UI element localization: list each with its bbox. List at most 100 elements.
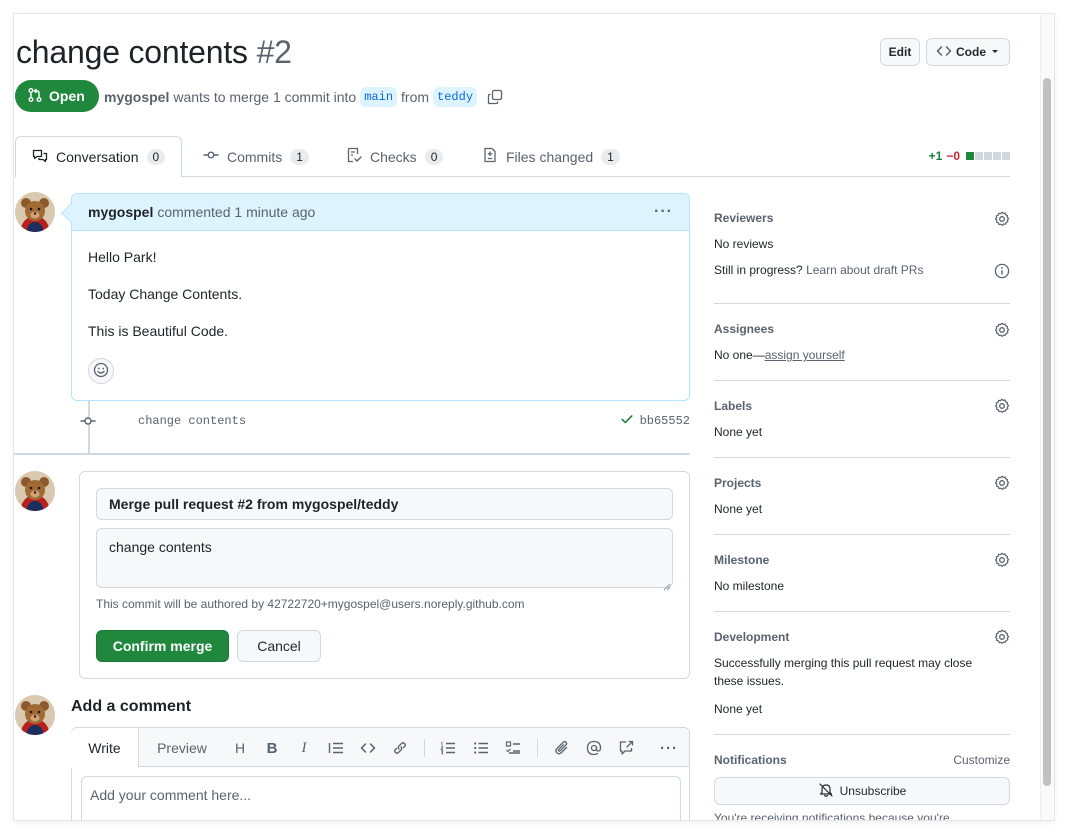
check-icon[interactable] <box>620 412 634 430</box>
sidebar-heading[interactable]: Labels <box>714 399 752 413</box>
meta-text: wants to merge 1 commit into <box>173 89 357 105</box>
gear-icon[interactable] <box>994 211 1010 227</box>
commit-sha-link[interactable]: bb65552 <box>640 414 690 428</box>
cross-reference-icon[interactable] <box>616 738 636 758</box>
teddy-bear-avatar-image <box>15 192 55 232</box>
scrollbar-thumb[interactable] <box>1043 78 1051 786</box>
draft-pr-link[interactable]: Learn about draft PRs <box>806 263 923 277</box>
comment-discussion-icon <box>32 148 48 167</box>
edit-button-label: Edit <box>888 45 912 59</box>
tab-conversation-label: Conversation <box>56 149 139 165</box>
development-description: Successfully merging this pull request m… <box>714 656 973 670</box>
avatar[interactable] <box>15 695 55 735</box>
add-comment-heading: Add a comment <box>71 698 192 715</box>
author-link[interactable]: mygospel <box>104 89 169 105</box>
mention-icon[interactable] <box>584 738 604 758</box>
link-icon[interactable] <box>390 738 410 758</box>
head-branch[interactable]: teddy <box>433 87 478 107</box>
avatar[interactable] <box>15 192 55 232</box>
code-icon <box>936 43 952 62</box>
code-button[interactable]: Code <box>926 38 1010 66</box>
sidebar-assignees: Assignees No one—assign yourself <box>714 304 1010 381</box>
tab-checks[interactable]: Checks 0 <box>330 136 459 177</box>
page-title: change contents #2 <box>16 34 292 71</box>
assign-yourself-link[interactable]: assign yourself <box>765 348 845 362</box>
git-commit-icon <box>203 147 219 166</box>
notification-reason: You're receiving notifications because y… <box>714 811 950 820</box>
gear-icon[interactable] <box>994 629 1010 645</box>
tasklist-icon[interactable] <box>503 738 523 758</box>
diffstat-block-neutral <box>975 152 983 160</box>
add-reaction-button[interactable] <box>88 358 114 384</box>
edit-button[interactable]: Edit <box>880 38 920 66</box>
sidebar-heading[interactable]: Reviewers <box>714 211 773 225</box>
smiley-icon <box>93 362 109 381</box>
git-pull-request-icon <box>27 87 43 106</box>
tab-preview[interactable]: Preview <box>139 728 225 768</box>
gear-icon[interactable] <box>994 322 1010 338</box>
diffstat-block-neutral <box>993 152 1001 160</box>
scrollbar[interactable] <box>1040 14 1054 820</box>
pr-title-text: change contents <box>16 34 248 70</box>
tab-commits[interactable]: Commits 1 <box>187 136 325 177</box>
gear-icon[interactable] <box>994 552 1010 568</box>
tab-write[interactable]: Write <box>71 728 139 768</box>
cancel-button[interactable]: Cancel <box>237 630 321 662</box>
tab-commits-label: Commits <box>227 148 283 165</box>
teddy-bear-avatar-image <box>15 695 55 735</box>
comment-author[interactable]: mygospel <box>88 204 153 220</box>
sidebar-development: Development Successfully merging this pu… <box>714 612 1010 735</box>
quote-icon[interactable] <box>326 738 346 758</box>
kebab-horizontal-icon[interactable]: ··· <box>659 738 679 758</box>
info-icon[interactable] <box>994 263 1010 279</box>
reviewers-value: No reviews <box>714 237 774 251</box>
checklist-icon <box>346 147 362 166</box>
toolbar-divider <box>424 739 425 757</box>
resize-handle-icon[interactable] <box>663 578 671 594</box>
comment-timestamp[interactable]: commented 1 minute ago <box>157 204 315 220</box>
unordered-list-icon[interactable] <box>471 738 491 758</box>
base-branch[interactable]: main <box>360 87 398 107</box>
code-button-label: Code <box>956 45 986 59</box>
editor-toolbar: Write Preview H B I ··· <box>71 728 689 768</box>
diff-deletions: −0 <box>946 149 960 163</box>
projects-value: None yet <box>714 502 763 516</box>
sidebar-milestone: Milestone No milestone <box>714 535 1010 612</box>
ordered-list-icon[interactable] <box>438 738 458 758</box>
kebab-horizontal-icon[interactable]: ··· <box>654 203 673 221</box>
merge-commit-title-input[interactable]: Merge pull request #2 from mygospel/tedd… <box>96 488 673 520</box>
tab-files-changed-label: Files changed <box>506 148 594 165</box>
timeline-commit: change contents bb65552 <box>80 412 690 430</box>
meta-from: from <box>401 89 430 105</box>
sidebar-heading: Notifications <box>714 753 787 767</box>
heading-icon[interactable]: H <box>230 738 250 758</box>
avatar[interactable] <box>15 471 55 511</box>
pr-number: #2 <box>256 34 292 70</box>
italic-icon[interactable]: I <box>294 738 314 758</box>
copy-icon[interactable] <box>487 89 503 105</box>
customize-link[interactable]: Customize <box>953 753 1010 767</box>
diffstat-block-neutral <box>984 152 992 160</box>
bold-icon[interactable]: B <box>262 738 282 758</box>
paperclip-icon[interactable] <box>552 738 572 758</box>
sidebar-heading[interactable]: Assignees <box>714 322 774 336</box>
comment-textarea[interactable]: Add your comment here... <box>81 776 681 820</box>
merge-commit-message-textarea[interactable]: change contents <box>96 528 673 588</box>
sidebar-heading[interactable]: Development <box>714 630 789 644</box>
unsubscribe-button[interactable]: Unsubscribe <box>714 777 1010 805</box>
gear-icon[interactable] <box>994 398 1010 414</box>
code-icon[interactable] <box>358 738 378 758</box>
confirm-merge-button[interactable]: Confirm merge <box>96 630 229 662</box>
tab-conversation[interactable]: Conversation 0 <box>15 136 183 178</box>
sidebar-reviewers: Reviewers No reviews Still in progress? … <box>714 194 1010 304</box>
diffstat-block-neutral <box>1002 152 1010 160</box>
commit-sha: bb65552 <box>620 412 690 430</box>
gear-icon[interactable] <box>994 475 1010 491</box>
comment-line: Today Change Contents. <box>88 286 243 302</box>
commit-message-link[interactable]: change contents <box>138 414 246 428</box>
sidebar-heading[interactable]: Milestone <box>714 553 769 567</box>
sidebar-heading[interactable]: Projects <box>714 476 761 490</box>
unsubscribe-label: Unsubscribe <box>839 784 907 798</box>
status-label: Open <box>49 88 85 104</box>
tab-files-changed[interactable]: Files changed 1 <box>466 136 636 177</box>
